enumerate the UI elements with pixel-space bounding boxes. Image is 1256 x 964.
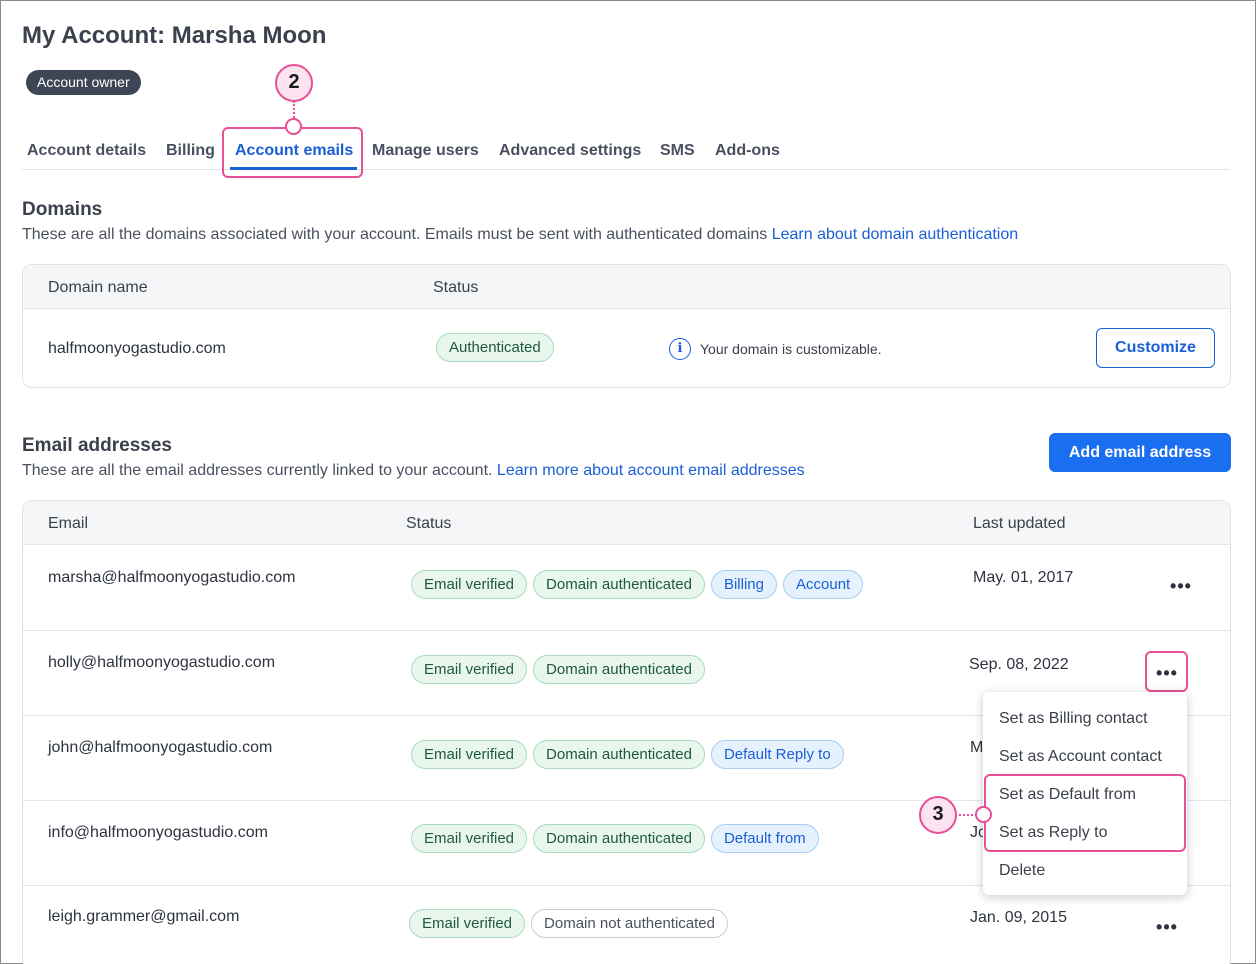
column-email: Email bbox=[48, 515, 89, 532]
column-last-updated: Last updated bbox=[973, 515, 1066, 532]
emails-table-header: Email Status Last updated bbox=[23, 501, 1230, 545]
account-owner-badge: Account owner bbox=[26, 70, 141, 95]
email-addresses-heading: Email addresses bbox=[22, 435, 172, 456]
domains-description: These are all the domains associated wit… bbox=[22, 226, 1019, 243]
callout-anchor-dot bbox=[975, 806, 992, 823]
customize-button[interactable]: Customize bbox=[1096, 328, 1215, 368]
menu-set-account-contact[interactable]: Set as Account contact bbox=[999, 748, 1162, 766]
column-status: Status bbox=[406, 515, 452, 532]
domain-name: halfmoonyogastudio.com bbox=[48, 340, 226, 357]
callout-step-2: 2 bbox=[275, 64, 313, 102]
email-addresses-description: These are all the email addresses curren… bbox=[22, 462, 805, 479]
tab-sms[interactable]: SMS bbox=[660, 142, 695, 160]
status-badge: Authenticated bbox=[436, 333, 554, 362]
page-title: My Account: Marsha Moon bbox=[22, 22, 327, 49]
status-badge: Domain authenticated bbox=[533, 655, 705, 684]
email-address: john@halfmoonyogastudio.com bbox=[48, 739, 273, 756]
callout-highlight-more-options bbox=[1145, 651, 1188, 692]
status-badge: Account bbox=[783, 570, 864, 599]
last-updated: Sep. 08, 2022 bbox=[969, 656, 1069, 673]
last-updated: M bbox=[970, 739, 984, 756]
callout-highlight-menu-items bbox=[984, 774, 1186, 852]
email-status-tags: Email verified Domain authenticated Defaul… bbox=[411, 824, 825, 853]
callout-anchor-dot bbox=[285, 118, 302, 135]
domain-auth-link[interactable]: Learn about domain authentication bbox=[772, 226, 1018, 243]
last-updated: May. 01, 2017 bbox=[973, 569, 1074, 586]
status-badge: Default Reply to bbox=[710, 740, 844, 769]
status-badge: Email verified bbox=[409, 909, 526, 938]
callout-connector bbox=[955, 814, 977, 816]
status-badge: Email verified bbox=[411, 570, 528, 599]
email-address: leigh.grammer@gmail.com bbox=[48, 908, 240, 925]
add-email-address-button[interactable]: Add email address bbox=[1049, 433, 1231, 472]
callout-step-3: 3 bbox=[919, 796, 957, 834]
status-badge: Domain authenticated bbox=[533, 824, 705, 853]
more-options-icon[interactable]: ••• bbox=[1163, 577, 1199, 595]
email-status-tags: Email verified Domain authenticated bbox=[411, 655, 711, 684]
tab-advanced-settings[interactable]: Advanced settings bbox=[499, 142, 641, 160]
domain-status: Authenticated bbox=[436, 333, 560, 362]
tab-account-details[interactable]: Account details bbox=[27, 142, 146, 160]
domains-table: Domain name Status halfmoonyogastudio.co… bbox=[22, 264, 1231, 388]
last-updated: Jan. 09, 2015 bbox=[970, 909, 1067, 926]
row-divider bbox=[23, 630, 1230, 631]
domains-heading: Domains bbox=[22, 199, 103, 220]
status-badge: Email verified bbox=[411, 824, 528, 853]
domain-info-text: Your domain is customizable. bbox=[700, 341, 882, 357]
email-status-tags: Email verified Domain authenticated Billin… bbox=[411, 570, 869, 599]
column-domain-name: Domain name bbox=[48, 279, 148, 296]
status-badge: Billing bbox=[710, 570, 777, 599]
domains-table-header: Domain name Status bbox=[23, 265, 1230, 309]
tab-manage-users[interactable]: Manage users bbox=[372, 142, 479, 160]
more-options-icon[interactable]: ••• bbox=[1149, 918, 1185, 936]
email-address: holly@halfmoonyogastudio.com bbox=[48, 654, 276, 671]
email-address: marsha@halfmoonyogastudio.com bbox=[48, 569, 296, 586]
menu-delete[interactable]: Delete bbox=[999, 862, 1045, 880]
menu-set-billing-contact[interactable]: Set as Billing contact bbox=[999, 710, 1148, 728]
tab-add-ons[interactable]: Add-ons bbox=[715, 142, 780, 160]
column-status: Status bbox=[433, 279, 479, 296]
status-badge: Domain authenticated bbox=[533, 570, 705, 599]
status-badge: Email verified bbox=[411, 740, 528, 769]
tab-billing[interactable]: Billing bbox=[166, 142, 215, 160]
info-icon: i bbox=[669, 338, 691, 360]
status-badge: Default from bbox=[710, 824, 819, 853]
email-addresses-link[interactable]: Learn more about account email addresses bbox=[497, 462, 805, 479]
status-badge: Domain authenticated bbox=[533, 740, 705, 769]
email-address: info@halfmoonyogastudio.com bbox=[48, 824, 268, 841]
status-badge: Domain not authenticated bbox=[531, 909, 728, 938]
email-status-tags: Email verified Domain authenticated Defaul… bbox=[411, 740, 850, 769]
status-badge: Email verified bbox=[411, 655, 528, 684]
email-status-tags: Email verified Domain not authenticated bbox=[409, 909, 734, 938]
